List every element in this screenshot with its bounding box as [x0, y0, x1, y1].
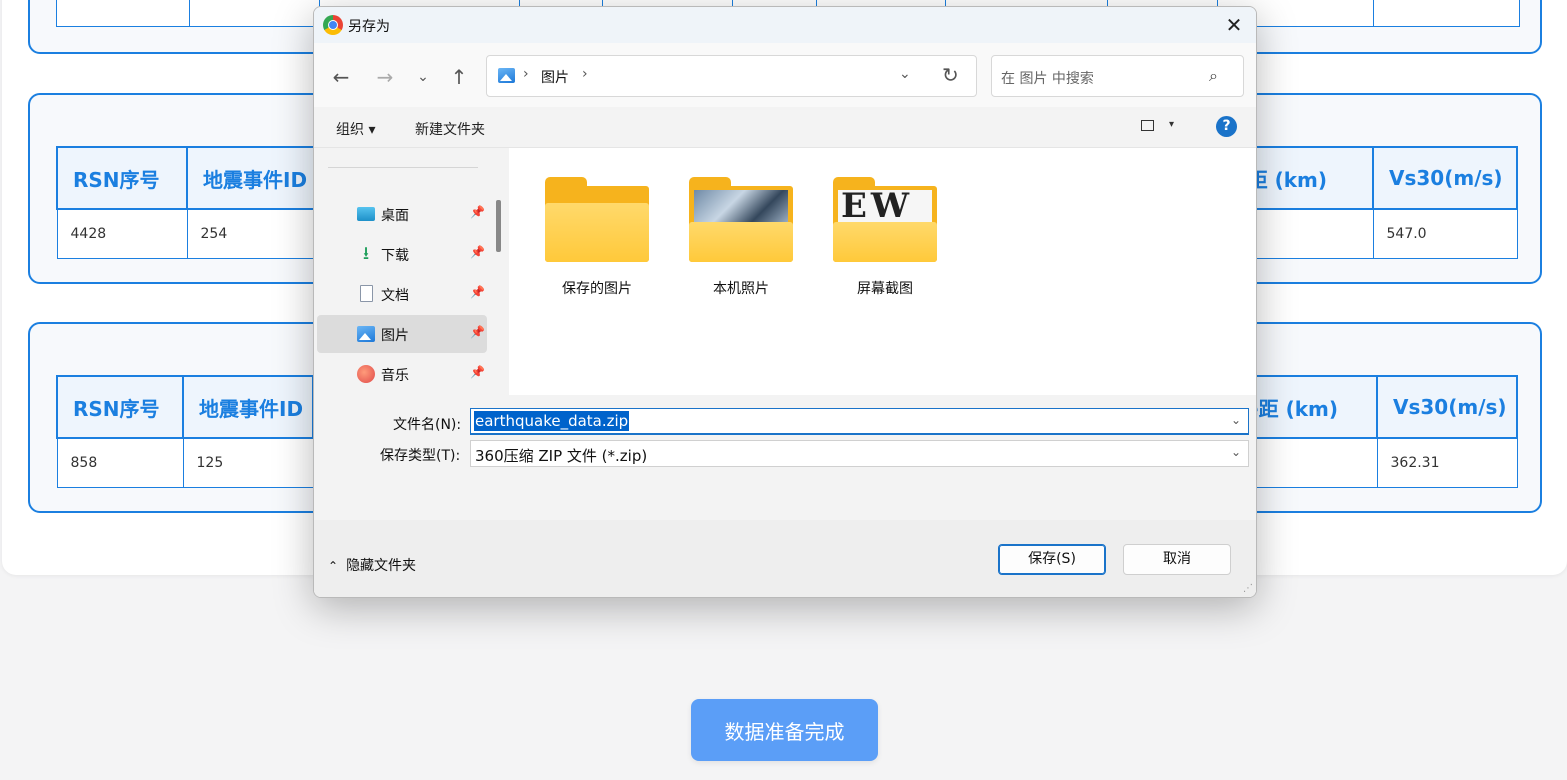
- folder-label: 保存的图片: [562, 281, 632, 297]
- up-arrow-icon[interactable]: ↑: [445, 63, 473, 91]
- table-header-cell: 地震事件ID: [182, 375, 314, 439]
- sidebar-item-music[interactable]: 音乐 📌: [317, 355, 487, 393]
- chrome-icon: [323, 15, 343, 35]
- folder-icon: [689, 177, 793, 262]
- search-input[interactable]: 在 图片 中搜索 ⌕: [991, 55, 1244, 97]
- desktop-icon: [357, 207, 375, 221]
- dialog-footer: ⌃ 隐藏文件夹 保存(S) 取消 ⋰: [314, 520, 1256, 597]
- pin-icon: 📌: [470, 205, 485, 219]
- table-header-cell: Vs30(m/s): [1372, 146, 1518, 210]
- folder-item[interactable]: EW 屏幕截图: [832, 173, 942, 303]
- view-options-dropdown-icon[interactable]: ▾: [1169, 119, 1174, 130]
- search-icon[interactable]: ⌕: [1209, 66, 1218, 86]
- save-as-dialog: 另存为 ✕ ← → ⌄ ↑ › 图片 › ⌄ ↻ 在 图片 中搜索 ⌕ 组织 ▾…: [313, 6, 1257, 598]
- sidebar-item-documents[interactable]: 文档 📌: [317, 275, 487, 313]
- table-cell: 547.0: [1372, 208, 1518, 259]
- document-icon: [360, 285, 373, 302]
- navigation-pane: 桌面 📌 ⭳ 下载 📌 文档 📌 图片 📌 音乐 📌: [314, 148, 509, 395]
- chevron-down-icon[interactable]: ⌄: [1231, 413, 1241, 427]
- pin-icon: 📌: [470, 285, 485, 299]
- breadcrumb-separator[interactable]: ›: [582, 66, 588, 82]
- download-icon: ⭳: [362, 243, 370, 264]
- table-cell: 428.1: [1373, 0, 1520, 27]
- recent-locations-chevron-icon[interactable]: ⌄: [409, 63, 437, 91]
- table-header-cell: RSN序号: [56, 375, 184, 439]
- dialog-toolbar: 组织 ▾ 新建文件夹 ▾ ?: [314, 107, 1256, 148]
- sidebar-item-label: 图片: [381, 328, 409, 344]
- data-ready-button[interactable]: 数据准备完成: [691, 699, 878, 761]
- pictures-icon: [498, 68, 515, 83]
- save-button[interactable]: 保存(S): [998, 544, 1106, 575]
- file-list: 保存的图片 本机照片 EW 屏幕截图: [509, 148, 1256, 395]
- table-cell: 362.31: [1376, 437, 1518, 488]
- table-cell: 125: [182, 437, 314, 488]
- music-icon: [357, 365, 375, 383]
- table-cell: 254: [186, 208, 318, 259]
- new-folder-button[interactable]: 新建文件夹: [415, 119, 485, 139]
- hide-folders-label: 隐藏文件夹: [346, 558, 417, 574]
- view-mode-icon[interactable]: [1141, 120, 1154, 131]
- file-type-label: 保存类型(T):: [380, 448, 461, 464]
- cancel-button[interactable]: 取消: [1123, 544, 1231, 575]
- sidebar-item-label: 文档: [381, 288, 409, 304]
- folder-item[interactable]: 保存的图片: [544, 173, 654, 303]
- sidebar-item-downloads[interactable]: ⭳ 下载 📌: [317, 235, 487, 273]
- address-dropdown-icon[interactable]: ⌄: [899, 66, 911, 82]
- search-placeholder: 在 图片 中搜索: [1001, 71, 1094, 87]
- forward-arrow-icon[interactable]: →: [371, 63, 399, 91]
- photo-thumbnail: [694, 190, 788, 224]
- chevron-down-icon[interactable]: ⌄: [1231, 445, 1241, 459]
- pin-icon: 📌: [470, 245, 485, 259]
- dialog-titlebar: 另存为 ✕: [314, 7, 1256, 43]
- table-cell: 278: [189, 0, 320, 27]
- file-name-value[interactable]: earthquake_data.zip: [474, 411, 630, 431]
- navigation-bar: ← → ⌄ ↑ › 图片 › ⌄ ↻ 在 图片 中搜索 ⌕: [314, 43, 1256, 107]
- address-bar[interactable]: › 图片 › ⌄ ↻: [486, 55, 977, 97]
- sidebar-item-desktop[interactable]: 桌面 📌: [317, 195, 487, 233]
- refresh-icon[interactable]: ↻: [942, 63, 959, 87]
- table-cell: 4428: [56, 208, 188, 259]
- help-icon[interactable]: ?: [1216, 116, 1237, 137]
- back-arrow-icon[interactable]: ←: [327, 63, 355, 91]
- table-header-cell: RSN序号: [56, 146, 188, 210]
- scrollbar[interactable]: [496, 200, 501, 252]
- sidebar-item-label: 桌面: [381, 208, 409, 224]
- resize-grip-icon[interactable]: ⋰: [1243, 583, 1253, 594]
- screenshot-thumbnail: EW: [838, 190, 932, 224]
- sidebar-item-label: 下载: [381, 248, 409, 264]
- folder-label: 本机照片: [713, 281, 769, 297]
- close-button[interactable]: ✕: [1222, 13, 1246, 37]
- hide-folders-toggle[interactable]: ⌃ 隐藏文件夹: [328, 555, 416, 575]
- chevron-up-icon: ⌃: [328, 559, 339, 573]
- folder-icon: [545, 177, 649, 262]
- file-type-value: 360压缩 ZIP 文件 (*.zip): [475, 447, 648, 465]
- table-header-cell: 地震事件ID: [186, 146, 318, 210]
- folder-label: 屏幕截图: [857, 281, 913, 297]
- pictures-icon: [357, 326, 375, 342]
- folder-item[interactable]: 本机照片: [688, 173, 798, 303]
- sidebar-item-pictures[interactable]: 图片 📌: [317, 315, 487, 353]
- file-type-select[interactable]: 360压缩 ZIP 文件 (*.zip) ⌄: [470, 440, 1249, 467]
- divider: [328, 167, 478, 168]
- organize-menu[interactable]: 组织 ▾: [336, 119, 375, 139]
- table-header-cell: Vs30(m/s): [1376, 375, 1518, 439]
- sidebar-item-label: 音乐: [381, 368, 409, 384]
- pin-icon: 📌: [470, 365, 485, 379]
- file-name-label: 文件名(N):: [393, 417, 462, 433]
- table-cell: 4904: [56, 0, 190, 27]
- breadcrumb-separator[interactable]: ›: [523, 66, 529, 82]
- table-cell: 858: [56, 437, 184, 488]
- dialog-title: 另存为: [348, 19, 390, 35]
- file-name-field[interactable]: earthquake_data.zip ⌄: [470, 408, 1249, 435]
- folder-icon: EW: [833, 177, 937, 262]
- pin-icon: 📌: [470, 325, 485, 339]
- breadcrumb-pictures[interactable]: 图片: [541, 67, 569, 87]
